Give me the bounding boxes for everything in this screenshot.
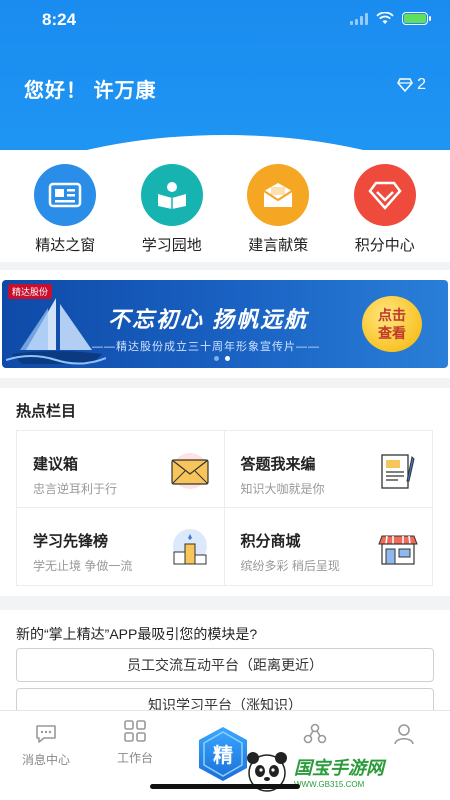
header-wave: [0, 135, 450, 150]
user-icon: [394, 724, 414, 745]
points-count: 2: [417, 76, 426, 93]
greeting: 您好！ 许万康: [24, 80, 157, 102]
tab-label: 消息中心: [21, 753, 70, 767]
survey-option-1[interactable]: 员工交流互动平台（距离更近）: [16, 648, 434, 682]
center-tab-label: 精: [213, 743, 233, 767]
tab-profile[interactable]: [364, 723, 444, 751]
banner-title: 不忘初心 扬帆远航: [108, 307, 309, 332]
banner-section: 精达股份 不忘初心 扬帆远航 ——精达股份成立三十周年形象宣传片—— 点击 查看: [0, 270, 450, 378]
hot-section-title: 热点栏目: [16, 403, 77, 420]
tab-contacts[interactable]: [275, 723, 355, 751]
points-badge[interactable]: 2: [397, 76, 426, 94]
tab-home-center[interactable]: 精: [196, 725, 250, 783]
mail-icon: [247, 164, 310, 226]
diamond-outline-icon: [397, 78, 413, 92]
chat-icon: [36, 725, 56, 743]
quick-item-learning[interactable]: 学习园地: [119, 150, 226, 262]
grid-icon: [124, 720, 146, 742]
network-icon: [303, 723, 327, 744]
quick-item-points[interactable]: 积分中心: [332, 150, 439, 262]
status-time: 8:24: [42, 10, 77, 29]
carousel-dots: [214, 356, 230, 361]
newspaper-icon: [34, 164, 97, 226]
banner-button-line1: 点击: [378, 307, 406, 323]
tab-workbench[interactable]: 工作台: [95, 719, 175, 766]
hot-item-quiz[interactable]: 答题我来编 知识大咖就是你: [224, 431, 432, 508]
tab-messages[interactable]: 消息中心: [6, 723, 86, 768]
banner-subtitle: ——精达股份成立三十周年形象宣传片——: [92, 341, 320, 353]
survey-question: 新的“掌上精达”APP最吸引您的模块是?: [16, 626, 258, 642]
tab-label: 工作台: [116, 751, 153, 765]
banner-view-button[interactable]: 点击 查看: [362, 296, 422, 352]
podium-icon: [172, 529, 207, 565]
hot-item-mall[interactable]: 积分商城 缤纷多彩 稍后呈现: [225, 508, 433, 585]
quick-item-window[interactable]: 精达之窗: [12, 150, 119, 262]
hot-item-leaderboard[interactable]: 学习先锋榜 学无止境 争做一流: [17, 508, 225, 585]
wifi-icon: [376, 12, 394, 24]
reading-icon: [140, 164, 203, 226]
sailboat-icon: [6, 298, 106, 365]
hot-section: 热点栏目 建议箱 忠言逆耳利于行 答题我来编 知识大咖就是你 学习先锋榜 学无止…: [0, 388, 450, 596]
banner[interactable]: 精达股份 不忘初心 扬帆远航 ——精达股份成立三十周年形象宣传片—— 点击 查看: [2, 280, 448, 368]
watermark-text: 国宝手游网: [294, 757, 384, 778]
survey-section: 新的“掌上精达”APP最吸引您的模块是? 员工交流互动平台（距离更近） 知识学习…: [0, 610, 450, 722]
diamond-icon: [353, 164, 416, 226]
status-bar: 8:24: [0, 0, 450, 40]
quick-menu: 精达之窗 学习园地 建言献策 积分中心: [0, 150, 450, 262]
battery-icon: [402, 12, 431, 25]
status-icons: [350, 12, 431, 25]
home-indicator[interactable]: [150, 784, 300, 789]
carousel-dot-active[interactable]: [225, 356, 230, 361]
hexagon-logo-icon: 精: [199, 727, 247, 781]
quick-item-suggestion[interactable]: 建言献策: [225, 150, 332, 262]
quick-label: 积分中心: [354, 237, 415, 254]
quick-label: 精达之窗: [35, 237, 96, 254]
envelope-icon: [170, 453, 209, 489]
quick-label: 建言献策: [248, 237, 309, 254]
hot-item-suggestion-box[interactable]: 建议箱 忠言逆耳利于行: [17, 431, 225, 508]
quick-label: 学习园地: [141, 237, 202, 254]
header: 8:24 您好！ 许万康 2: [0, 0, 450, 150]
banner-button-line2: 查看: [378, 325, 406, 341]
hot-grid: 建议箱 忠言逆耳利于行 答题我来编 知识大咖就是你 学习先锋榜 学无止境 争做一…: [16, 430, 433, 586]
store-icon: [378, 535, 418, 565]
watermark-url: WWW.GB315.COM: [294, 779, 365, 789]
quiz-paper-icon: [381, 454, 415, 489]
signal-icon: [350, 12, 368, 25]
carousel-dot[interactable]: [214, 356, 219, 361]
